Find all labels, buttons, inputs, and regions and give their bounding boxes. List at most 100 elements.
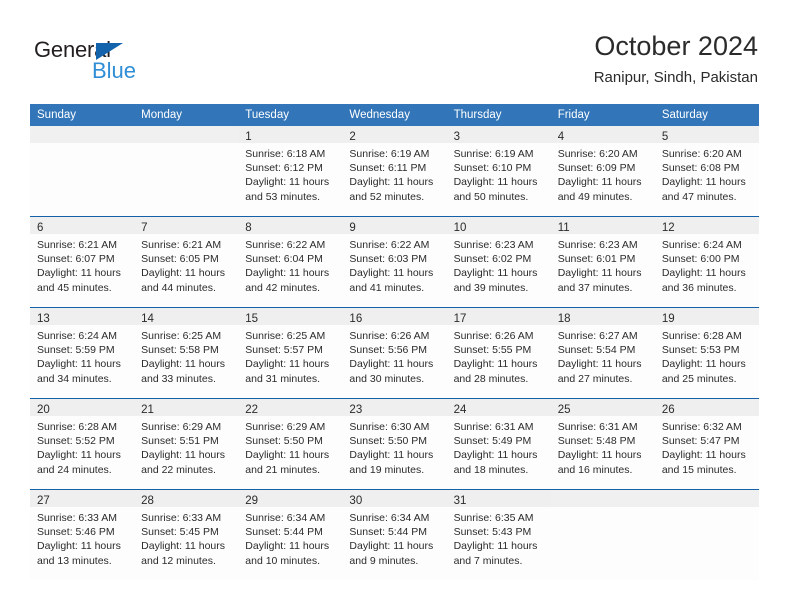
day-number-band: 5	[654, 126, 759, 143]
day-cell-content: 26 Sunrise: 6:32 AM Sunset: 5:47 PM Dayligh…	[654, 399, 759, 489]
calendar-day-cell[interactable]: 1 Sunrise: 6:18 AM Sunset: 6:12 PM Daylight…	[238, 126, 343, 217]
day-cell-details: Sunrise: 6:24 AM Sunset: 5:59 PM Daylight:…	[30, 325, 134, 386]
day-cell-details: Sunrise: 6:25 AM Sunset: 5:57 PM Daylight:…	[238, 325, 342, 386]
daylight-text-line1: Daylight: 11 hours	[661, 358, 746, 371]
day-cell-details: Sunrise: 6:26 AM Sunset: 5:55 PM Daylight:…	[447, 325, 551, 386]
day-number: 16	[349, 313, 363, 325]
daylight-text-line2: and 30 minutes.	[349, 372, 425, 385]
day-cell-content: 14 Sunrise: 6:25 AM Sunset: 5:58 PM Dayligh…	[134, 308, 239, 398]
sunrise-text: Sunrise: 6:27 AM	[557, 330, 638, 342]
calendar-day-cell[interactable]: 21 Sunrise: 6:29 AM Sunset: 5:51 PM Dayligh…	[134, 398, 239, 490]
day-number-band: 28	[134, 490, 239, 507]
day-number-band: 22	[238, 399, 343, 416]
daylight-text-line2: and 19 minutes.	[349, 463, 425, 476]
sunrise-text: Sunrise: 6:18 AM	[245, 148, 326, 160]
day-number: 27	[37, 495, 50, 507]
calendar-day-cell[interactable]: 13 Sunrise: 6:24 AM Sunset: 5:59 PM Dayligh…	[30, 307, 135, 399]
calendar-day-cell[interactable]: 29 Sunrise: 6:34 AM Sunset: 5:44 PM Dayligh…	[238, 489, 343, 580]
day-number-band: 12	[654, 217, 759, 234]
calendar-day-cell[interactable]: 14 Sunrise: 6:25 AM Sunset: 5:58 PM Dayligh…	[134, 307, 239, 399]
daylight-text-line1: Daylight: 11 hours	[557, 267, 642, 280]
day-number-band: 8	[238, 217, 343, 234]
sunrise-text: Sunrise: 6:31 AM	[453, 421, 534, 433]
calendar-day-cell[interactable]: 23 Sunrise: 6:30 AM Sunset: 5:50 PM Dayligh…	[342, 398, 447, 490]
daylight-text-line1: Daylight: 11 hours	[37, 267, 121, 280]
calendar-day-cell[interactable]: 18 Sunrise: 6:27 AM Sunset: 5:54 PM Dayligh…	[550, 307, 655, 399]
sunset-text: Sunset: 5:47 PM	[661, 435, 740, 448]
calendar-day-cell[interactable]: 2 Sunrise: 6:19 AM Sunset: 6:11 PM Daylight…	[342, 126, 447, 217]
calendar-day-cell[interactable]: 17 Sunrise: 6:26 AM Sunset: 5:55 PM Dayligh…	[446, 307, 551, 399]
sunset-text: Sunset: 6:10 PM	[453, 162, 532, 175]
day-cell-content	[550, 490, 655, 580]
daylight-text-line1: Daylight: 11 hours	[141, 358, 225, 371]
daylight-text-line2: and 36 minutes.	[661, 281, 737, 294]
calendar-day-cell[interactable]: 24 Sunrise: 6:31 AM Sunset: 5:49 PM Dayligh…	[446, 398, 551, 490]
sunset-text: Sunset: 5:52 PM	[37, 435, 115, 448]
calendar-day-cell[interactable]: 19 Sunrise: 6:28 AM Sunset: 5:53 PM Dayligh…	[654, 307, 759, 399]
calendar-day-cell[interactable]: 6 Sunrise: 6:21 AM Sunset: 6:07 PM Daylight…	[30, 216, 135, 308]
calendar-day-cell[interactable]: 10 Sunrise: 6:23 AM Sunset: 6:02 PM Dayligh…	[446, 216, 551, 308]
day-number-band: 16	[342, 308, 447, 325]
sunrise-text: Sunrise: 6:33 AM	[141, 512, 222, 524]
calendar-day-cell[interactable]: 31 Sunrise: 6:35 AM Sunset: 5:43 PM Dayligh…	[446, 489, 551, 580]
sunrise-text: Sunrise: 6:29 AM	[141, 421, 222, 433]
sunset-text: Sunset: 5:53 PM	[661, 344, 740, 357]
calendar-day-cell[interactable]: 11 Sunrise: 6:23 AM Sunset: 6:01 PM Dayligh…	[550, 216, 655, 308]
calendar-grid: Sunday Monday Tuesday Wednesday Thursday…	[30, 104, 759, 580]
sunset-text: Sunset: 5:43 PM	[453, 526, 532, 539]
general-blue-logo[interactable]: General Blue	[34, 38, 234, 86]
calendar-day-cell[interactable]: 27 Sunrise: 6:33 AM Sunset: 5:46 PM Dayligh…	[30, 489, 135, 580]
calendar-day-cell[interactable]	[654, 489, 759, 580]
sunset-text: Sunset: 5:50 PM	[245, 435, 323, 448]
day-cell-content: 7 Sunrise: 6:21 AM Sunset: 6:05 PM Daylight…	[134, 217, 239, 307]
calendar-day-cell[interactable]: 25 Sunrise: 6:31 AM Sunset: 5:48 PM Dayligh…	[550, 398, 655, 490]
calendar-day-cell[interactable]: 3 Sunrise: 6:19 AM Sunset: 6:10 PM Daylight…	[446, 126, 551, 217]
daylight-text-line2: and 27 minutes.	[557, 372, 633, 385]
calendar-day-cell[interactable]: 22 Sunrise: 6:29 AM Sunset: 5:50 PM Dayligh…	[238, 398, 343, 490]
day-number: 26	[661, 404, 675, 416]
calendar-day-cell[interactable]	[30, 126, 135, 217]
day-number: 20	[37, 404, 50, 416]
sunrise-text: Sunrise: 6:23 AM	[453, 239, 534, 251]
calendar-day-cell[interactable]: 26 Sunrise: 6:32 AM Sunset: 5:47 PM Dayligh…	[654, 398, 759, 490]
day-number-band: 30	[342, 490, 447, 507]
day-cell-content: 16 Sunrise: 6:26 AM Sunset: 5:56 PM Dayligh…	[342, 308, 447, 398]
daylight-text-line1: Daylight: 11 hours	[37, 540, 121, 553]
calendar-day-cell[interactable]: 7 Sunrise: 6:21 AM Sunset: 6:05 PM Daylight…	[134, 216, 239, 308]
calendar-day-cell[interactable]: 20 Sunrise: 6:28 AM Sunset: 5:52 PM Dayligh…	[30, 398, 135, 490]
daylight-text-line2: and 15 minutes.	[661, 463, 737, 476]
day-number-band	[30, 126, 135, 143]
calendar-week-row: 1 Sunrise: 6:18 AM Sunset: 6:12 PM Daylight…	[30, 126, 759, 217]
calendar-day-cell[interactable]: 28 Sunrise: 6:33 AM Sunset: 5:45 PM Dayligh…	[134, 489, 239, 580]
day-cell-details: Sunrise: 6:31 AM Sunset: 5:49 PM Daylight:…	[447, 416, 551, 477]
sunset-text: Sunset: 5:46 PM	[37, 526, 115, 539]
day-cell-content: 8 Sunrise: 6:22 AM Sunset: 6:04 PM Daylight…	[238, 217, 343, 307]
sunset-text: Sunset: 5:51 PM	[141, 435, 219, 448]
calendar-day-cell[interactable]: 5 Sunrise: 6:20 AM Sunset: 6:08 PM Daylight…	[654, 126, 759, 217]
calendar-day-cell[interactable]: 30 Sunrise: 6:34 AM Sunset: 5:44 PM Dayligh…	[342, 489, 447, 580]
calendar-day-cell[interactable]: 9 Sunrise: 6:22 AM Sunset: 6:03 PM Daylight…	[342, 216, 447, 308]
day-number-band: 19	[654, 308, 759, 325]
daylight-text-line1: Daylight: 11 hours	[557, 176, 642, 189]
calendar-day-cell[interactable]: 4 Sunrise: 6:20 AM Sunset: 6:09 PM Daylight…	[550, 126, 655, 217]
day-cell-details: Sunrise: 6:21 AM Sunset: 6:05 PM Daylight:…	[134, 234, 238, 295]
calendar-day-cell[interactable]: 16 Sunrise: 6:26 AM Sunset: 5:56 PM Dayligh…	[342, 307, 447, 399]
day-number-band: 26	[654, 399, 759, 416]
calendar-day-cell[interactable]: 15 Sunrise: 6:25 AM Sunset: 5:57 PM Dayligh…	[238, 307, 343, 399]
day-number-band	[654, 490, 759, 507]
daylight-text-line1: Daylight: 11 hours	[453, 449, 538, 462]
daylight-text-line2: and 24 minutes.	[37, 463, 112, 476]
sunset-text: Sunset: 5:56 PM	[349, 344, 428, 357]
calendar-day-cell[interactable]	[550, 489, 655, 580]
sunrise-text: Sunrise: 6:28 AM	[661, 330, 742, 342]
day-cell-details: Sunrise: 6:20 AM Sunset: 6:09 PM Daylight:…	[551, 143, 655, 204]
day-cell-details: Sunrise: 6:23 AM Sunset: 6:02 PM Daylight:…	[447, 234, 551, 295]
day-cell-content: 24 Sunrise: 6:31 AM Sunset: 5:49 PM Dayligh…	[446, 399, 551, 489]
day-number: 21	[141, 404, 154, 416]
day-cell-details	[655, 507, 759, 511]
calendar-day-cell[interactable]: 8 Sunrise: 6:22 AM Sunset: 6:04 PM Daylight…	[238, 216, 343, 308]
calendar-day-cell[interactable]: 12 Sunrise: 6:24 AM Sunset: 6:00 PM Dayligh…	[654, 216, 759, 308]
calendar-day-cell[interactable]	[134, 126, 239, 217]
sunrise-text: Sunrise: 6:21 AM	[141, 239, 222, 251]
day-number-band: 10	[446, 217, 551, 234]
